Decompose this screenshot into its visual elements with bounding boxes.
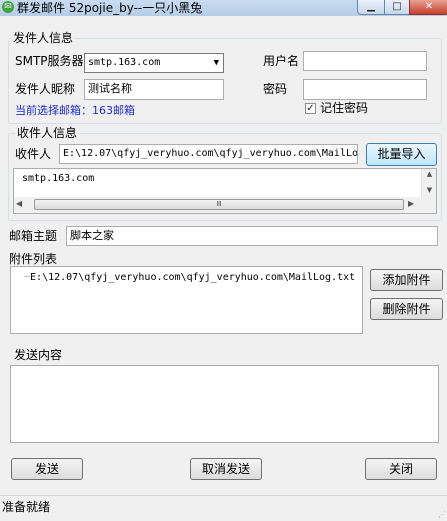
subject-label: 邮箱主题 (9, 229, 58, 243)
close-button[interactable]: 关闭 (365, 458, 437, 480)
attachment-list[interactable]: ┈E:\12.07\qfyj_veryhuo.com\qfyj_veryhuo.… (10, 266, 363, 334)
close-icon: ✕ (424, 1, 434, 12)
minimize-button[interactable]: ▁ (357, 0, 385, 15)
scroll-right-icon[interactable]: ▶ (408, 199, 414, 208)
scroll-left-icon[interactable]: ◀ (16, 199, 22, 208)
current-mailbox-text: 当前选择邮箱：163邮箱 (15, 104, 135, 117)
receiver-group-title: 收件人信息 (15, 126, 80, 140)
content-label: 发送内容 (14, 348, 63, 362)
smtp-select-value: smtp.163.com (88, 57, 161, 68)
mail-icon: ✉ (2, 1, 14, 13)
horizontal-scrollbar[interactable]: ◀ Ⅲ ▶ (14, 197, 436, 213)
batch-import-button[interactable]: 批量导入 (366, 143, 437, 166)
attachments-label: 附件列表 (9, 252, 58, 266)
recipient-path-input[interactable]: E:\12.07\qfyj_veryhuo.com\qfyj_veryhuo.c… (59, 144, 358, 164)
nickname-label: 发件人昵称 (15, 82, 76, 96)
password-input[interactable] (303, 79, 427, 100)
username-label: 用户名 (263, 54, 300, 68)
remember-password-label: 记住密码 (320, 101, 369, 115)
username-input[interactable] (303, 51, 427, 71)
maximize-icon: □ (392, 1, 402, 12)
add-attachment-button[interactable]: 添加附件 (370, 269, 443, 291)
chevron-down-icon: ▼ (213, 58, 219, 68)
remember-password-checkbox[interactable]: ✓ (305, 103, 316, 114)
smtp-select[interactable]: smtp.163.com ▼ (84, 53, 224, 73)
list-item[interactable]: smtp.163.com (22, 172, 94, 186)
attachment-item[interactable]: ┈E:\12.07\qfyj_veryhuo.com\qfyj_veryhuo.… (24, 271, 355, 285)
content-textarea[interactable] (10, 365, 439, 443)
minimize-icon: ▁ (367, 1, 375, 12)
close-window-button[interactable]: ✕ (409, 0, 447, 15)
password-label: 密码 (263, 82, 288, 96)
status-text: 准备就绪 (2, 500, 51, 514)
send-button[interactable]: 发送 (11, 458, 83, 480)
recipient-list[interactable]: smtp.163.com ▲ ▼ ◀ Ⅲ ▶ (13, 168, 437, 214)
recipient-label: 收件人 (15, 147, 52, 161)
vertical-scrollbar[interactable]: ▲ ▼ (421, 169, 436, 197)
scroll-thumb[interactable]: Ⅲ (34, 199, 404, 210)
scroll-up-icon[interactable]: ▲ (422, 169, 437, 179)
sender-group-title: 发件人信息 (11, 31, 76, 45)
smtp-label: SMTP服务器 (15, 54, 84, 68)
window-title: 群发邮件 52pojie_by--一只小黑兔 (17, 1, 203, 15)
checkmark-icon: ✓ (306, 103, 315, 114)
subject-input[interactable]: 脚本之家 (66, 226, 438, 246)
cancel-send-button[interactable]: 取消发送 (190, 458, 262, 480)
status-bar: 准备就绪 ⋰ (0, 495, 447, 521)
resize-grip-icon[interactable]: ⋰ (438, 510, 446, 519)
delete-attachment-button[interactable]: 删除附件 (370, 298, 443, 320)
maximize-button[interactable]: □ (384, 0, 410, 15)
scroll-down-icon[interactable]: ▼ (422, 185, 437, 195)
nickname-input[interactable]: 测试名称 (84, 79, 224, 100)
